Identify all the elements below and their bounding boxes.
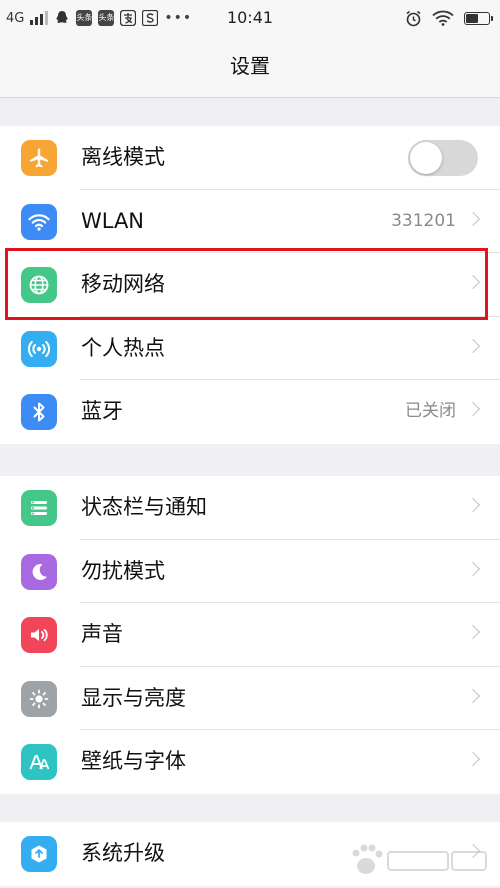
- setting-label: WLAN: [81, 208, 145, 233]
- chevron-right-icon: [465, 401, 481, 417]
- toggle-knob: [410, 142, 442, 174]
- setting-label: 壁纸与字体: [81, 749, 186, 773]
- setting-label: 显示与亮度: [81, 685, 186, 710]
- bluetooth-status: 已关闭: [405, 401, 456, 421]
- toutiao-app-icon: 头条: [76, 10, 93, 26]
- update-icon: [21, 836, 57, 872]
- signal-icon: [30, 11, 49, 25]
- chevron-right-icon: [465, 561, 481, 576]
- alarm-icon: [406, 10, 421, 26]
- notification-list-icon: [21, 490, 57, 526]
- setting-row-wlan[interactable]: WLAN 331201: [0, 190, 500, 253]
- setting-label: 个人热点: [81, 335, 165, 360]
- chevron-right-icon: [465, 751, 481, 767]
- speaker-icon: [21, 617, 57, 653]
- setting-row-bluetooth[interactable]: 蓝牙 已关闭: [0, 380, 500, 444]
- setting-row-sound[interactable]: 声音: [0, 603, 500, 667]
- status-bar-right: [405, 0, 493, 36]
- page-title: 设置: [230, 54, 270, 78]
- setting-label: 离线模式: [81, 145, 165, 169]
- setting-row-wallpaper-font[interactable]: 壁纸与字体: [0, 730, 500, 794]
- sun-icon: [21, 680, 57, 717]
- chevron-right-icon: [465, 497, 481, 513]
- font-icon: [21, 744, 57, 780]
- airplane-icon: [21, 140, 57, 176]
- alipay-icon: [120, 10, 137, 26]
- wifi-icon: [21, 203, 57, 240]
- chevron-right-icon: [465, 211, 481, 226]
- chevron-right-icon: [465, 274, 481, 290]
- chevron-right-icon: [465, 624, 481, 640]
- settings-group-display: 状态栏与通知 勿扰模式 声音 显示与亮度 壁纸与字体: [0, 476, 500, 794]
- setting-row-display-brightness[interactable]: 显示与亮度: [0, 667, 500, 730]
- setting-label: 移动网络: [81, 272, 165, 296]
- wifi-status-icon: [432, 10, 454, 26]
- settings-screen: 4G 头条 头条 ••• 10:41 设置 离线模式 WLAN 331201 移…: [0, 0, 500, 888]
- status-bar-left: 4G 头条 头条 •••: [6, 0, 192, 36]
- network-type: 4G: [6, 10, 25, 26]
- s-app-icon: [142, 10, 159, 26]
- more-notifications-icon: •••: [164, 10, 193, 26]
- setting-label: 状态栏与通知: [81, 495, 207, 519]
- setting-row-mobile-network[interactable]: 移动网络: [0, 253, 500, 317]
- battery-icon: [464, 11, 493, 25]
- status-bar: 4G 头条 头条 ••• 10:41: [0, 0, 500, 36]
- moon-icon: [21, 553, 57, 590]
- setting-row-do-not-disturb[interactable]: 勿扰模式: [0, 540, 500, 603]
- wlan-network-name: 331201: [391, 210, 456, 231]
- setting-label: 蓝牙: [81, 399, 123, 423]
- settings-group-system: 系统升级: [0, 822, 500, 886]
- setting-label: 声音: [81, 622, 123, 646]
- setting-row-system-update[interactable]: 系统升级: [0, 822, 500, 886]
- navigation-bar: 设置: [0, 36, 500, 98]
- chevron-right-icon: [465, 688, 481, 703]
- qq-icon: [56, 11, 68, 23]
- settings-group-connectivity: 离线模式 WLAN 331201 移动网络 个人热点 蓝牙 已关闭: [0, 126, 500, 444]
- setting-label: 系统升级: [81, 841, 165, 865]
- toutiao-app-icon: 头条: [98, 10, 115, 26]
- chevron-right-icon: [465, 843, 481, 859]
- setting-label: 勿扰模式: [81, 558, 165, 583]
- bluetooth-icon: [21, 394, 57, 430]
- hotspot-icon: [21, 330, 57, 367]
- setting-row-airplane-mode[interactable]: 离线模式: [0, 126, 500, 190]
- setting-row-personal-hotspot[interactable]: 个人热点: [0, 317, 500, 380]
- globe-icon: [21, 267, 57, 303]
- setting-row-status-bar-notifications[interactable]: 状态栏与通知: [0, 476, 500, 540]
- airplane-mode-toggle[interactable]: [408, 140, 478, 176]
- chevron-right-icon: [465, 338, 481, 353]
